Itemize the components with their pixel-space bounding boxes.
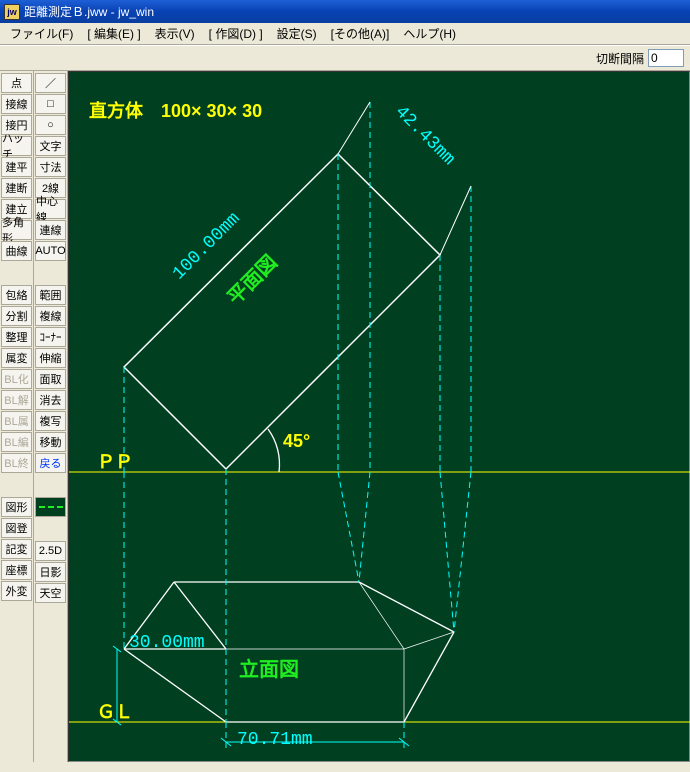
drawing-svg: 100.00mm 42.43mm — [69, 72, 690, 772]
tool-ｺｰﾅｰ[interactable]: ｺｰﾅｰ — [35, 327, 66, 347]
dim-70: 70.71mm — [237, 730, 313, 750]
tool-文字[interactable]: 文字 — [35, 136, 66, 156]
tool-伸縮[interactable]: 伸縮 — [35, 348, 66, 368]
tool-整理[interactable]: 整理 — [1, 327, 32, 347]
tool-包絡[interactable]: 包絡 — [1, 285, 32, 305]
tool-ハッチ[interactable]: ハッチ — [1, 136, 32, 156]
tool-BL編[interactable]: BL編 — [1, 432, 32, 452]
tool-BL解[interactable]: BL解 — [1, 390, 32, 410]
tool-多角形[interactable]: 多角形 — [1, 220, 32, 240]
menubar: ファイル(F) [ 編集(E) ] 表示(V) [ 作図(D) ] 設定(S) … — [0, 23, 690, 45]
svg-text:100.00mm: 100.00mm — [169, 209, 244, 284]
tool-外変[interactable]: 外変 — [1, 581, 32, 601]
cut-interval-input[interactable] — [648, 49, 684, 67]
tool-BL終[interactable]: BL終 — [1, 453, 32, 473]
solid-title: 直方体 100× 30× 30 — [89, 97, 262, 123]
titlebar: jw 距離測定Ｂ.jww - jw_win — [0, 0, 690, 23]
tool-BL化[interactable]: BL化 — [1, 369, 32, 389]
cut-interval-label: 切断間隔 — [596, 50, 644, 67]
gl-label: ＧＬ — [97, 698, 133, 724]
tool-図登[interactable]: 図登 — [1, 518, 32, 538]
tool-戻る[interactable]: 戻る — [35, 453, 66, 473]
menu-file[interactable]: ファイル(F) — [4, 23, 79, 44]
tool-移動[interactable]: 移動 — [35, 432, 66, 452]
tool-範囲[interactable]: 範囲 — [35, 285, 66, 305]
tool-連線[interactable]: 連線 — [35, 220, 66, 240]
angle-label: 45° — [283, 431, 310, 452]
tool-／[interactable]: ／ — [35, 73, 66, 93]
option-bar: 切断間隔 — [0, 45, 690, 71]
tool-○[interactable]: ○ — [35, 115, 66, 135]
tool-座標[interactable]: 座標 — [1, 560, 32, 580]
tool-面取[interactable]: 面取 — [35, 369, 66, 389]
tool-2.5D[interactable]: 2.5D — [35, 541, 66, 561]
tool-図形[interactable]: 図形 — [1, 497, 32, 517]
tool-複線[interactable]: 複線 — [35, 306, 66, 326]
tool-建平[interactable]: 建平 — [1, 157, 32, 177]
tool-中心線[interactable]: 中心線 — [35, 199, 66, 219]
menu-settings[interactable]: 設定(S) — [271, 23, 323, 44]
tool-寸法[interactable]: 寸法 — [35, 157, 66, 177]
toolbar-left: 点接線接円ハッチ建平建断建立多角形曲線包絡分割整理属変BL化BL解BL属BL編B… — [0, 71, 34, 762]
elevation-label: 立面図 — [239, 653, 299, 682]
app-icon: jw — [4, 4, 20, 20]
menu-help[interactable]: ヘルプ(H) — [397, 23, 462, 44]
linetype-swatch[interactable] — [35, 497, 66, 517]
tool-BL属[interactable]: BL属 — [1, 411, 32, 431]
tool-分割[interactable]: 分割 — [1, 306, 32, 326]
dim-30: 30.00mm — [129, 633, 205, 653]
tool-属変[interactable]: 属変 — [1, 348, 32, 368]
toolbar-right: ／□○文字寸法2線中心線連線AUTO範囲複線ｺｰﾅｰ伸縮面取消去複写移動戻る2.… — [34, 71, 68, 762]
tool-天空[interactable]: 天空 — [35, 583, 66, 603]
window-title: 距離測定Ｂ.jww - jw_win — [24, 3, 154, 20]
tool-複写[interactable]: 複写 — [35, 411, 66, 431]
svg-text:42.43mm: 42.43mm — [391, 102, 459, 170]
pp-label: ＰＰ — [97, 448, 133, 474]
menu-view[interactable]: 表示(V) — [149, 23, 201, 44]
drawing-canvas[interactable]: 100.00mm 42.43mm — [68, 71, 690, 762]
tool-点[interactable]: 点 — [1, 73, 32, 93]
tool-接線[interactable]: 接線 — [1, 94, 32, 114]
menu-draw[interactable]: [ 作図(D) ] — [203, 23, 269, 44]
tool-日影[interactable]: 日影 — [35, 562, 66, 582]
tool-記変[interactable]: 記変 — [1, 539, 32, 559]
tool-□[interactable]: □ — [35, 94, 66, 114]
tool-AUTO[interactable]: AUTO — [35, 241, 66, 261]
tool-建断[interactable]: 建断 — [1, 178, 32, 198]
menu-other[interactable]: [その他(A)] — [325, 23, 396, 44]
tool-曲線[interactable]: 曲線 — [1, 241, 32, 261]
menu-edit[interactable]: [ 編集(E) ] — [81, 23, 146, 44]
tool-消去[interactable]: 消去 — [35, 390, 66, 410]
